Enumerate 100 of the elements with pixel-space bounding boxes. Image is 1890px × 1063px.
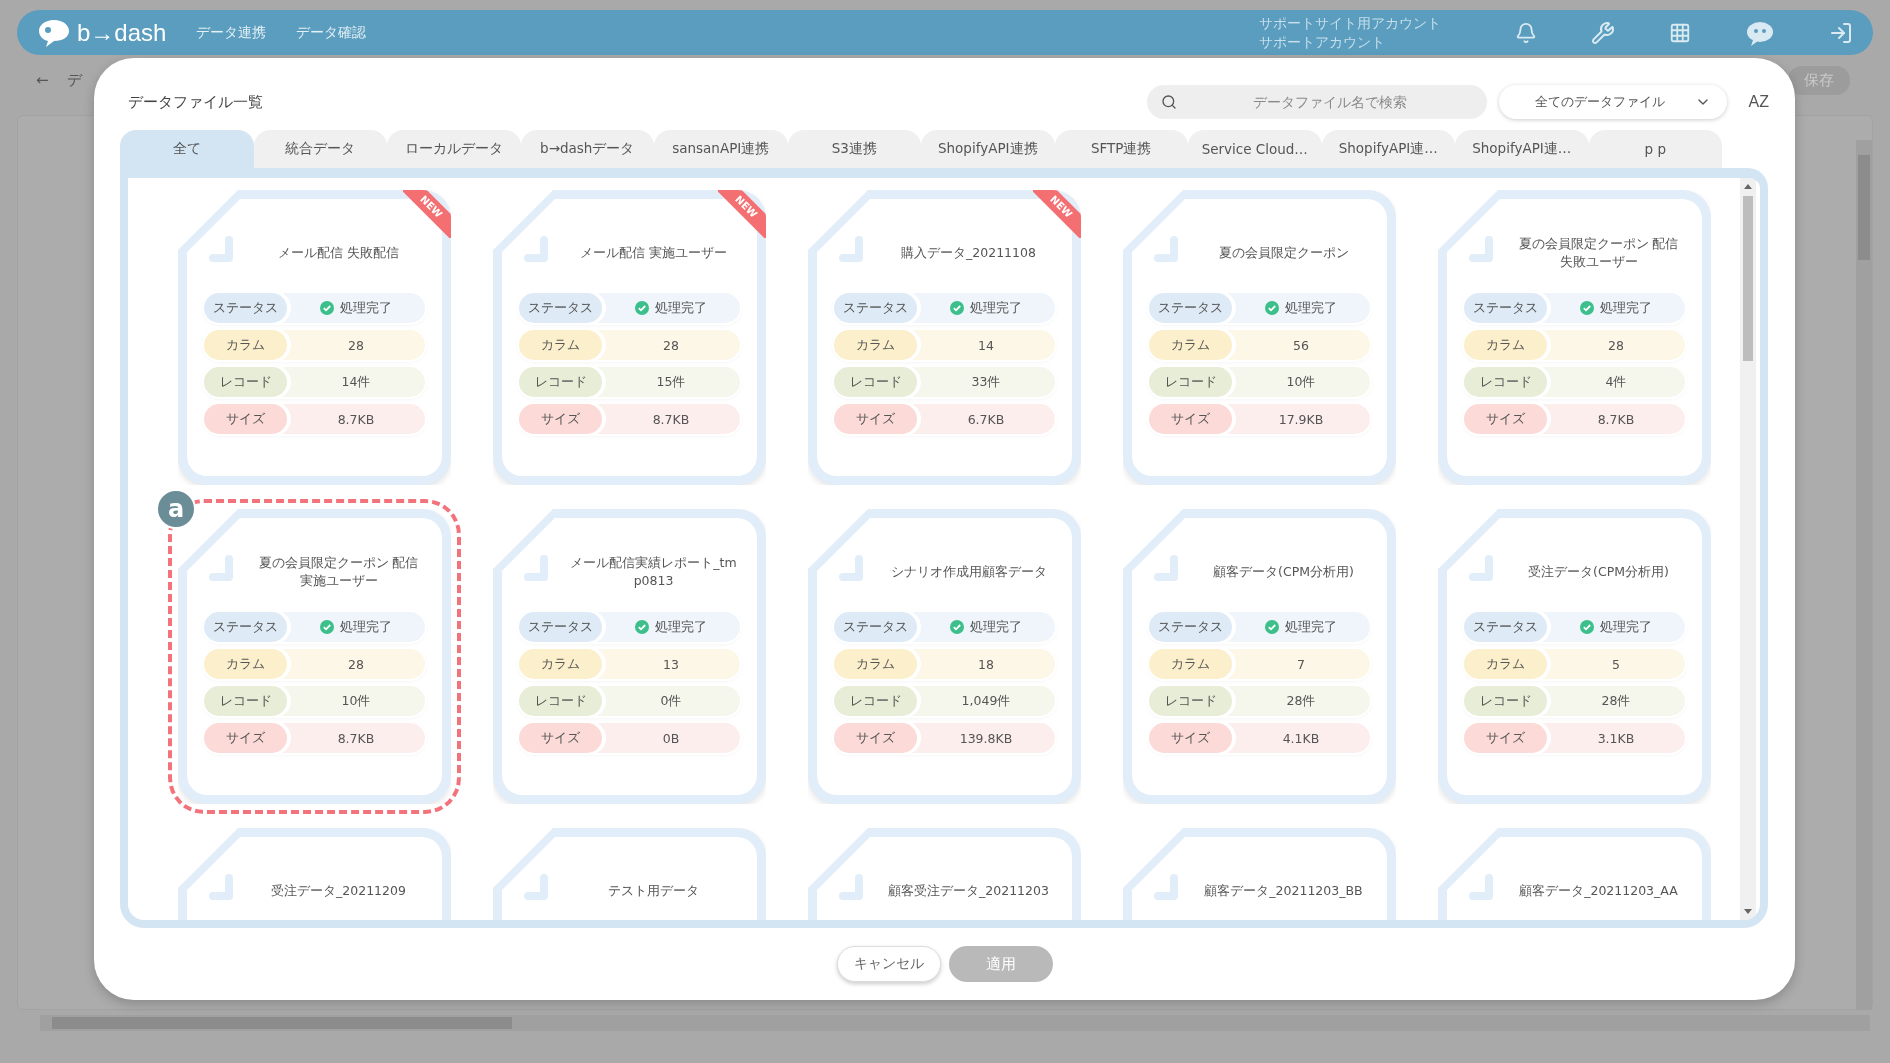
tab[interactable]: 統合データ bbox=[253, 130, 387, 168]
file-name: テスト用データ bbox=[607, 882, 700, 900]
field-label: ステータス bbox=[519, 293, 602, 323]
tab[interactable]: Service Cloud… bbox=[1188, 130, 1322, 168]
field-value: 3.1KB bbox=[1597, 730, 1635, 746]
check-icon bbox=[1265, 620, 1279, 634]
field-value: 処理完了 bbox=[340, 299, 392, 317]
field-label: レコード bbox=[1464, 686, 1547, 716]
tab[interactable]: SFTP連携 bbox=[1054, 130, 1188, 168]
field-value: 8.7KB bbox=[337, 411, 375, 427]
data-file-card[interactable]: 顧客受注データ_20211203 bbox=[808, 828, 1081, 920]
field-label: カラム bbox=[519, 649, 602, 679]
field-value: 7 bbox=[1297, 656, 1305, 672]
field-value: 処理完了 bbox=[1285, 618, 1337, 636]
tab[interactable]: ShopifyAPI連… bbox=[1455, 130, 1589, 168]
field-label: サイズ bbox=[519, 404, 602, 434]
tab[interactable]: ローカルデータ bbox=[387, 130, 521, 168]
data-file-card[interactable]: 受注データ(CPM分析用) ステータス 処理完了 カラム 5 レコード 28件 サイズ 3.1KB bbox=[1438, 509, 1711, 804]
scrollbar[interactable] bbox=[1856, 140, 1872, 1010]
field-value: 28件 bbox=[1286, 692, 1316, 710]
field-value: 17.9KB bbox=[1278, 411, 1324, 427]
cancel-button[interactable]: キャンセル bbox=[836, 946, 941, 982]
field-value: 処理完了 bbox=[1285, 299, 1337, 317]
field-label: サイズ bbox=[204, 404, 287, 434]
field-label: カラム bbox=[834, 330, 917, 360]
data-file-card[interactable]: シナリオ作成用顧客データ ステータス 処理完了 カラム 18 レコード 1,049件 サイズ 139.8KB bbox=[808, 509, 1081, 804]
field-label: レコード bbox=[204, 686, 287, 716]
wrench-icon[interactable] bbox=[1591, 20, 1615, 45]
file-name: 受注データ_20211209 bbox=[270, 882, 407, 900]
field-value: 処理完了 bbox=[970, 618, 1022, 636]
field-label: レコード bbox=[1464, 367, 1547, 397]
search-field[interactable]: データファイル名で検索 bbox=[1146, 85, 1487, 119]
check-icon bbox=[1580, 301, 1594, 315]
field-value: 処理完了 bbox=[655, 299, 707, 317]
field-label: サイズ bbox=[834, 723, 917, 753]
field-label: サイズ bbox=[834, 404, 917, 434]
bell-icon[interactable] bbox=[1515, 21, 1537, 44]
field-label: ステータス bbox=[834, 293, 917, 323]
field-value: 1,049件 bbox=[961, 692, 1011, 710]
field-label: ステータス bbox=[1149, 293, 1232, 323]
check-icon bbox=[1580, 620, 1594, 634]
data-file-card[interactable]: 夏の会員限定クーポン ステータス 処理完了 カラム 56 レコード 10件 サイズ 17.9KB bbox=[1123, 190, 1396, 485]
field-value: 28 bbox=[663, 337, 679, 353]
field-label: ステータス bbox=[204, 293, 287, 323]
scrollbar[interactable] bbox=[1740, 178, 1756, 920]
field-value: 28 bbox=[348, 337, 364, 353]
annotation-badge: a bbox=[156, 489, 196, 529]
field-value: 8.7KB bbox=[652, 411, 690, 427]
breadcrumb: デ bbox=[66, 70, 82, 90]
field-label: カラム bbox=[204, 330, 287, 360]
data-file-card[interactable]: 顧客データ(CPM分析用) ステータス 処理完了 カラム 7 レコード 28件 サイズ 4.1KB bbox=[1123, 509, 1396, 804]
tab[interactable]: ShopifyAPI連… bbox=[1321, 130, 1455, 168]
logout-icon[interactable] bbox=[1829, 20, 1853, 45]
sort-button[interactable]: AZ bbox=[1748, 93, 1769, 111]
file-name: 顧客データ_20211203_AA bbox=[1518, 882, 1679, 900]
field-value: 処理完了 bbox=[655, 618, 707, 636]
grid-icon[interactable] bbox=[1669, 21, 1691, 44]
search-input[interactable]: データファイル名で検索 bbox=[1186, 93, 1473, 111]
file-name: 夏の会員限定クーポン 配信実施ユーザー bbox=[257, 554, 420, 590]
tab[interactable]: 全て bbox=[120, 130, 254, 168]
field-value: 8.7KB bbox=[1597, 411, 1635, 427]
field-value: 処理完了 bbox=[1600, 299, 1652, 317]
tab[interactable]: S3連携 bbox=[787, 130, 921, 168]
field-value: 4.1KB bbox=[1282, 730, 1320, 746]
field-label: ステータス bbox=[1464, 612, 1547, 642]
data-file-card[interactable]: 顧客データ_20211203_AA bbox=[1438, 828, 1711, 920]
tab[interactable]: b→dashデータ bbox=[520, 130, 654, 168]
field-value: 14 bbox=[978, 337, 994, 353]
file-name: 購入データ_20211108 bbox=[900, 244, 1037, 262]
field-label: サイズ bbox=[204, 723, 287, 753]
field-label: レコード bbox=[204, 367, 287, 397]
file-name: 受注データ(CPM分析用) bbox=[1527, 563, 1670, 581]
field-label: ステータス bbox=[204, 612, 287, 642]
check-icon bbox=[635, 620, 649, 634]
tab[interactable]: ShopifyAPI連携 bbox=[921, 130, 1055, 168]
data-file-card[interactable]: 夏の会員限定クーポン 配信失敗ユーザー ステータス 処理完了 カラム 28 レコード 4件 サイズ 8.7KB bbox=[1438, 190, 1711, 485]
file-name: 夏の会員限定クーポン 配信失敗ユーザー bbox=[1517, 235, 1680, 271]
field-label: ステータス bbox=[834, 612, 917, 642]
field-value: 14件 bbox=[341, 373, 371, 391]
data-file-card[interactable]: テスト用データ bbox=[493, 828, 766, 920]
chat-icon[interactable] bbox=[1745, 19, 1775, 46]
field-value: 28 bbox=[1608, 337, 1624, 353]
field-label: サイズ bbox=[1464, 723, 1547, 753]
filter-dropdown[interactable]: 全てのデータファイル bbox=[1498, 85, 1727, 119]
data-file-card[interactable]: 顧客データ_20211203_BB bbox=[1123, 828, 1396, 920]
data-file-card[interactable]: メール配信実績レポート_tmp0813 ステータス 処理完了 カラム 13 レコード 0件 サイズ 0B bbox=[493, 509, 766, 804]
data-file-card[interactable]: 受注データ_20211209 bbox=[178, 828, 451, 920]
scrollbar[interactable] bbox=[40, 1015, 1870, 1031]
tab[interactable]: sansanAPI連携 bbox=[654, 130, 788, 168]
tab[interactable]: p p bbox=[1588, 130, 1722, 168]
check-icon bbox=[635, 301, 649, 315]
field-label: レコード bbox=[834, 686, 917, 716]
field-label: サイズ bbox=[1149, 404, 1232, 434]
file-name: 顧客データ_20211203_BB bbox=[1203, 882, 1364, 900]
field-value: 6.7KB bbox=[967, 411, 1005, 427]
file-name: シナリオ作成用顧客データ bbox=[889, 563, 1048, 581]
field-value: 13 bbox=[663, 656, 679, 672]
field-label: カラム bbox=[1149, 330, 1232, 360]
field-label: カラム bbox=[1464, 649, 1547, 679]
file-name: 顧客受注データ_20211203 bbox=[887, 882, 1050, 900]
